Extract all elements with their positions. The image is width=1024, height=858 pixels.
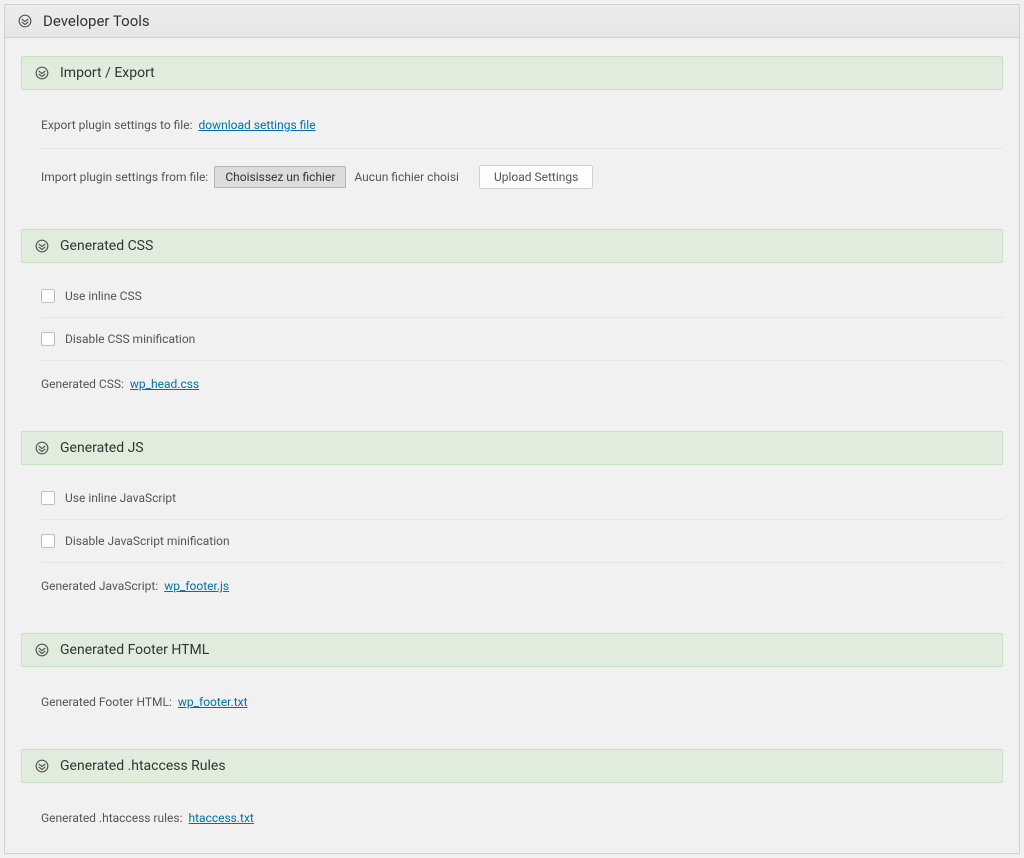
generated-footer-file-label: Generated Footer HTML:: [41, 695, 172, 709]
inline-js-row: Use inline JavaScript: [41, 465, 1003, 520]
wp-footer-txt-link[interactable]: wp_footer.txt: [178, 695, 248, 709]
disable-css-minify-label: Disable CSS minification: [65, 332, 195, 346]
inline-js-checkbox[interactable]: [41, 491, 55, 505]
htaccess-txt-link[interactable]: htaccess.txt: [189, 811, 254, 825]
generated-htaccess-file-label: Generated .htaccess rules:: [41, 811, 183, 825]
generated-footer-file-row: Generated Footer HTML: wp_footer.txt: [41, 667, 1003, 725]
generated-footer-body: Generated Footer HTML: wp_footer.txt: [21, 667, 1003, 725]
export-row: Export plugin settings to file: download…: [41, 90, 1003, 149]
generated-js-file-row: Generated JavaScript: wp_footer.js: [41, 563, 1003, 609]
developer-tools-panel: Developer Tools Import / Export Export p…: [4, 4, 1020, 854]
section-title: Generated Footer HTML: [60, 642, 209, 658]
generated-css-file-label: Generated CSS:: [41, 377, 124, 391]
generated-css-header[interactable]: Generated CSS: [21, 229, 1003, 263]
inline-css-label: Use inline CSS: [65, 289, 142, 303]
generated-htaccess-section: Generated .htaccess Rules Generated .hta…: [21, 749, 1003, 841]
upload-settings-button[interactable]: Upload Settings: [479, 165, 593, 189]
wp-footer-js-link[interactable]: wp_footer.js: [164, 579, 229, 593]
chevrons-down-icon: [34, 238, 50, 254]
chevrons-down-icon: [17, 13, 33, 29]
import-export-header[interactable]: Import / Export: [21, 56, 1003, 90]
chevrons-down-icon: [34, 440, 50, 456]
import-label: Import plugin settings from file:: [41, 170, 208, 184]
generated-footer-header[interactable]: Generated Footer HTML: [21, 633, 1003, 667]
section-title: Generated CSS: [60, 238, 153, 254]
disable-js-minify-label: Disable JavaScript minification: [65, 534, 230, 548]
chevrons-down-icon: [34, 65, 50, 81]
inline-css-checkbox[interactable]: [41, 289, 55, 303]
generated-htaccess-body: Generated .htaccess rules: htaccess.txt: [21, 783, 1003, 841]
import-export-body: Export plugin settings to file: download…: [21, 90, 1003, 205]
generated-css-file-row: Generated CSS: wp_head.css: [41, 361, 1003, 407]
section-title: Generated .htaccess Rules: [60, 758, 226, 774]
export-label: Export plugin settings to file:: [41, 118, 192, 132]
section-title: Generated JS: [60, 440, 144, 456]
developer-tools-body: Import / Export Export plugin settings t…: [5, 38, 1019, 853]
inline-js-label: Use inline JavaScript: [65, 491, 176, 505]
wp-head-css-link[interactable]: wp_head.css: [130, 377, 199, 391]
page-title: Developer Tools: [43, 12, 150, 30]
generated-js-body: Use inline JavaScript Disable JavaScript…: [21, 465, 1003, 609]
section-title: Import / Export: [60, 65, 155, 81]
chevrons-down-icon: [34, 758, 50, 774]
chevrons-down-icon: [34, 642, 50, 658]
choose-file-button[interactable]: Choisissez un fichier: [214, 166, 346, 188]
generated-css-section: Generated CSS Use inline CSS Disable CSS…: [21, 229, 1003, 407]
generated-htaccess-file-row: Generated .htaccess rules: htaccess.txt: [41, 783, 1003, 841]
generated-js-file-label: Generated JavaScript:: [41, 579, 158, 593]
generated-css-body: Use inline CSS Disable CSS minification …: [21, 263, 1003, 407]
download-settings-link[interactable]: download settings file: [198, 118, 315, 132]
file-status: Aucun fichier choisi: [354, 170, 459, 184]
js-minify-row: Disable JavaScript minification: [41, 520, 1003, 563]
import-row: Import plugin settings from file: Choisi…: [41, 149, 1003, 205]
developer-tools-header[interactable]: Developer Tools: [5, 5, 1019, 38]
inline-css-row: Use inline CSS: [41, 263, 1003, 318]
import-export-section: Import / Export Export plugin settings t…: [21, 56, 1003, 205]
generated-js-header[interactable]: Generated JS: [21, 431, 1003, 465]
css-minify-row: Disable CSS minification: [41, 318, 1003, 361]
disable-css-minify-checkbox[interactable]: [41, 332, 55, 346]
generated-js-section: Generated JS Use inline JavaScript Disab…: [21, 431, 1003, 609]
disable-js-minify-checkbox[interactable]: [41, 534, 55, 548]
generated-footer-section: Generated Footer HTML Generated Footer H…: [21, 633, 1003, 725]
generated-htaccess-header[interactable]: Generated .htaccess Rules: [21, 749, 1003, 783]
